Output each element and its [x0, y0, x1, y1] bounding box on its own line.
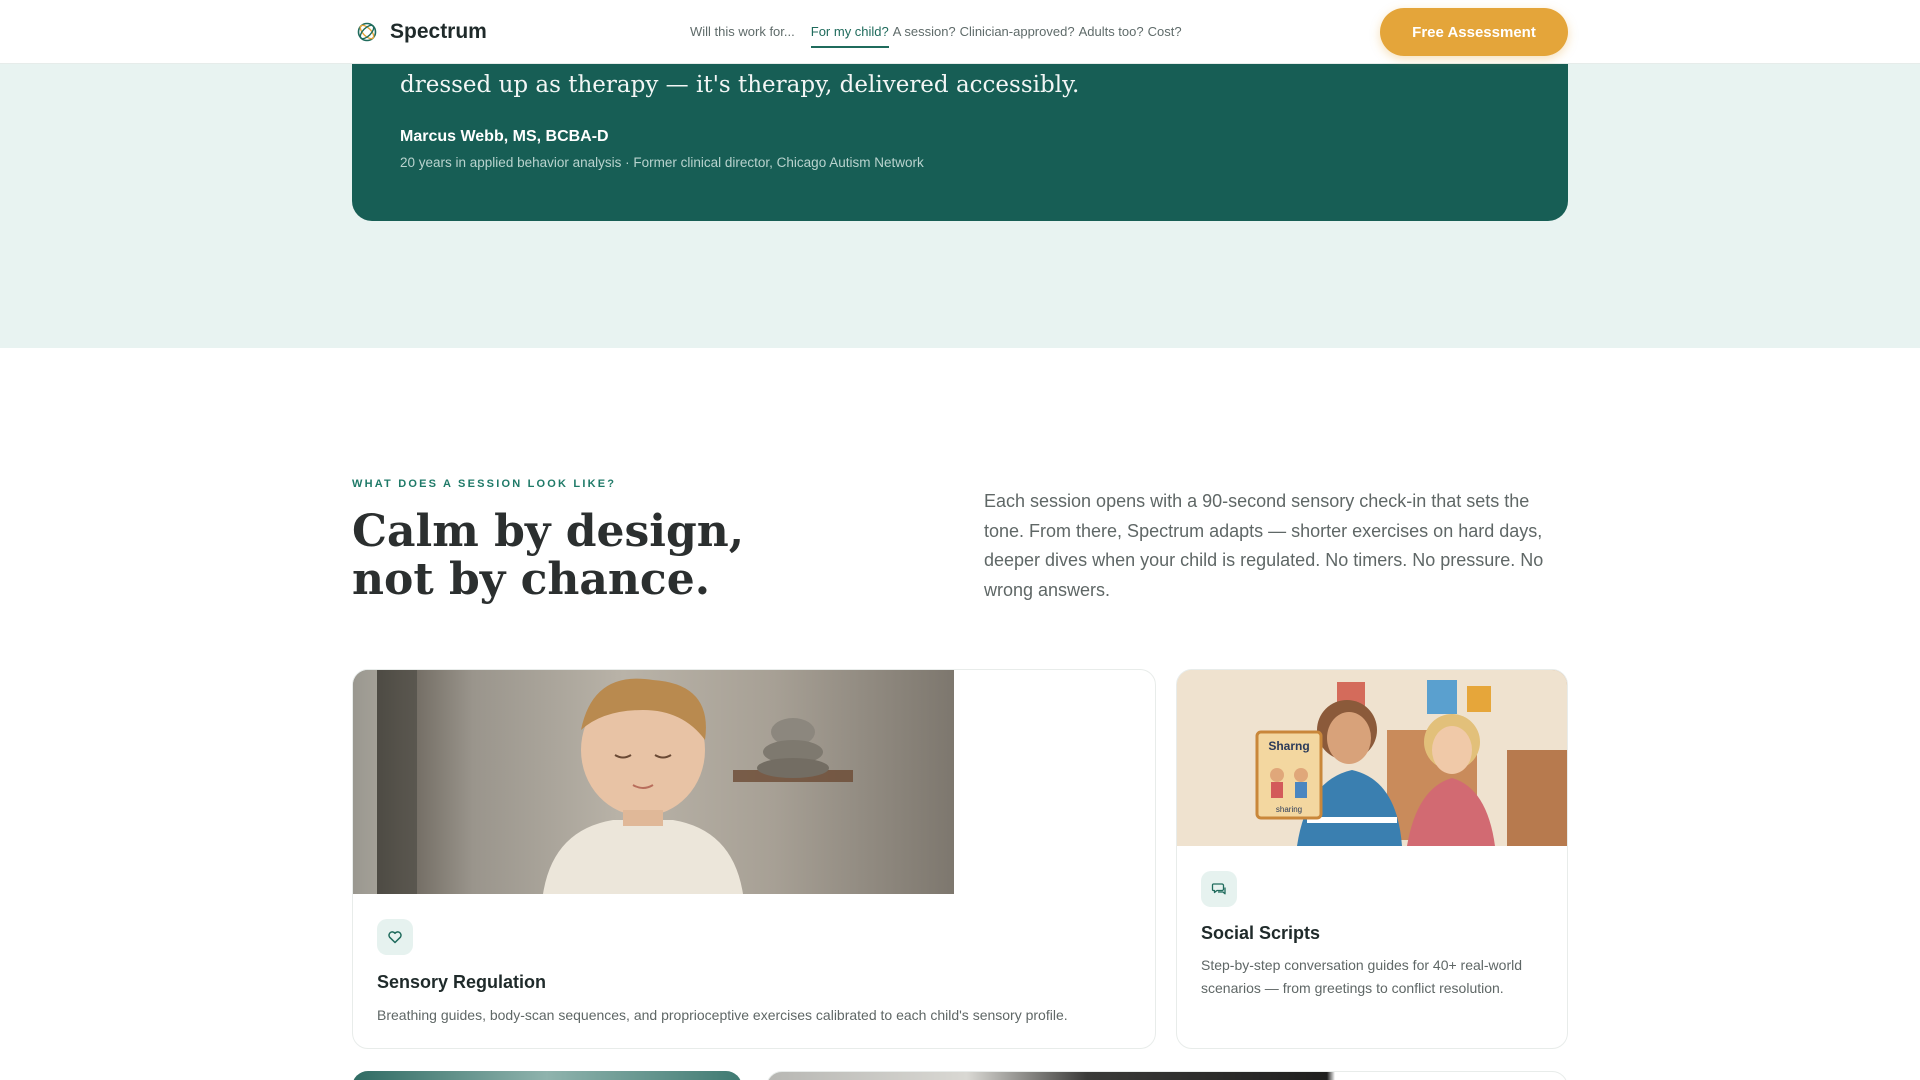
card-description: Breathing guides, body-scan sequences, a…: [377, 1007, 1068, 1023]
section-headline: Calm by design, not by chance.: [352, 508, 832, 604]
nav-item-for-my-child[interactable]: For my child?: [810, 24, 889, 48]
testimonial-card: dressed up as therapy — it's therapy, de…: [352, 64, 1568, 221]
photo-illustration: [353, 670, 853, 894]
section-eyebrow: WHAT DOES A SESSION LOOK LIKE?: [352, 478, 617, 490]
free-assessment-button[interactable]: Free Assessment: [1380, 8, 1568, 56]
testimonial-author: Marcus Webb, MS, BCBA-D: [400, 128, 609, 145]
feature-card-sensory-regulation[interactable]: Sensory Regulation Breathing guides, bod…: [352, 669, 1156, 1049]
icon-chip: [1201, 871, 1237, 907]
testimonial-author-credentials: 20 years in applied behavior analysis · …: [400, 155, 924, 170]
nav-item-clinician-approved[interactable]: Clinician-approved?: [960, 24, 1075, 39]
children-sharing-photo: Sharng sharing: [1177, 670, 1567, 846]
card-title: Social Scripts: [1201, 923, 1321, 943]
card-description: Step-by-step conversation guides for 40+…: [1201, 957, 1523, 996]
feature-card-social-scripts[interactable]: Sharng sharing Social Scripts Step-by-st…: [1176, 669, 1568, 1049]
spectrum-logo-icon: [357, 22, 377, 42]
card-title: Sensory Regulation: [377, 972, 547, 992]
headline-line-1: Calm by design,: [352, 506, 745, 557]
next-card-peek-right[interactable]: [766, 1071, 1568, 1080]
photo-illustration: Sharng sharing: [1177, 670, 1567, 846]
site-header: Spectrum Will this work for... For my ch…: [0, 0, 1920, 64]
chat-bubbles-icon: [1211, 883, 1226, 895]
nav-item-adults-too[interactable]: Adults too?: [1079, 24, 1144, 39]
question-nav: Will this work for... For my child? A se…: [690, 24, 1186, 48]
testimonial-quote: dressed up as therapy — it's therapy, de…: [400, 72, 1080, 98]
flashcard-caption-text: sharing: [1276, 805, 1302, 814]
section-intro: Each session opens with a 90-second sens…: [984, 491, 1544, 600]
nav-item-cost[interactable]: Cost?: [1148, 24, 1182, 39]
testimonial-section: dressed up as therapy — it's therapy, de…: [0, 64, 1920, 348]
flashcard-title-text: Sharng: [1268, 739, 1309, 753]
headline-line-2: not by chance.: [352, 554, 711, 605]
brand-name: Spectrum: [390, 20, 487, 43]
next-card-peek-left[interactable]: [352, 1071, 742, 1080]
heart-icon: [388, 931, 402, 944]
child-meditating-photo: [353, 670, 954, 894]
nav-item-a-session[interactable]: A session?: [893, 24, 956, 39]
nav-lead-text: Will this work for...: [690, 24, 795, 39]
icon-chip: [377, 919, 413, 955]
brand-logo[interactable]: Spectrum: [356, 20, 487, 44]
